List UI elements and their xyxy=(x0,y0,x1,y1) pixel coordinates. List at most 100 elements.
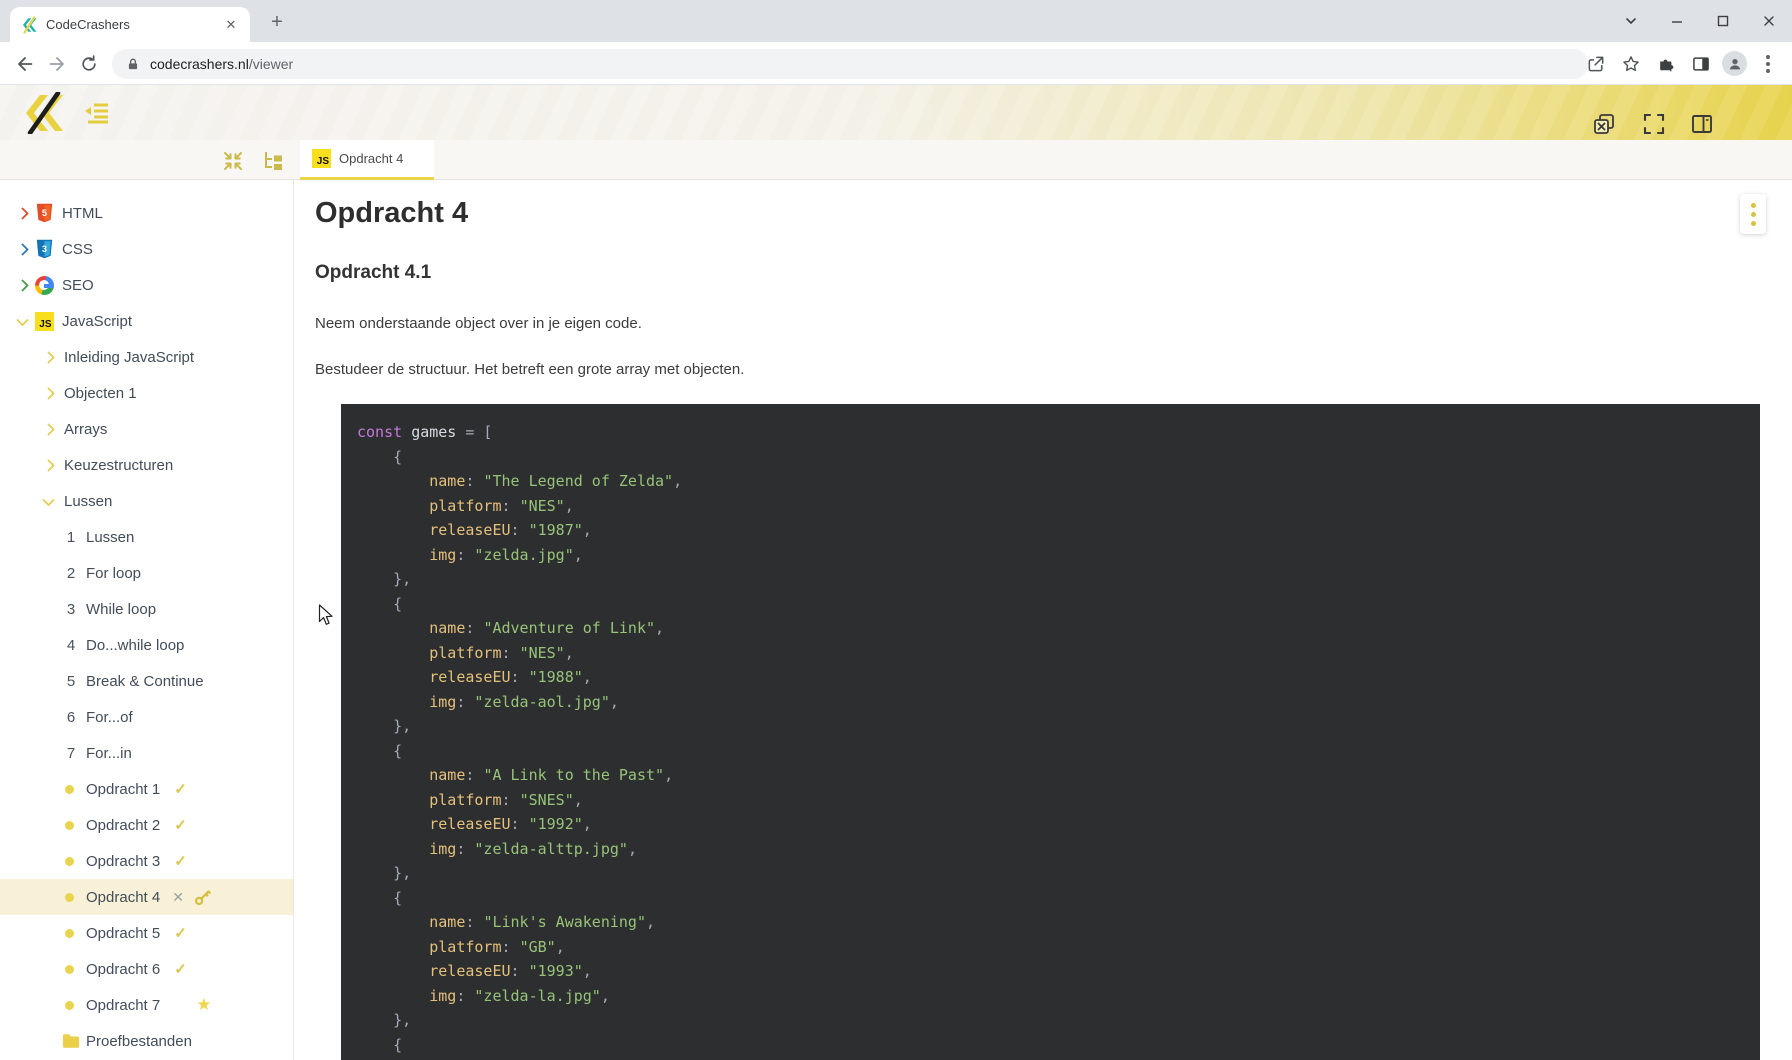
sidebar-item-opdracht-1[interactable]: Opdracht 1✓ xyxy=(0,771,293,807)
sidebar-item-label: While loop xyxy=(86,601,156,618)
window-maximize-button[interactable] xyxy=(1700,0,1746,42)
profile-icon[interactable] xyxy=(1722,51,1747,76)
browser-menu-kebab-icon[interactable] xyxy=(1754,50,1782,78)
code-line: releaseEU: "1987", xyxy=(357,518,1744,543)
code-line: platform: "SNES", xyxy=(357,788,1744,813)
code-line: name: "The Legend of Zelda", xyxy=(357,469,1744,494)
sidebar-item-opdracht-4[interactable]: Opdracht 4✕ xyxy=(0,879,293,915)
url-path: /viewer xyxy=(249,56,293,72)
sidebar-item-for-of[interactable]: 6For...of xyxy=(0,699,293,735)
bullet-icon xyxy=(65,1001,74,1010)
window-minimize-button[interactable] xyxy=(1654,0,1700,42)
window-close-button[interactable] xyxy=(1746,0,1792,42)
codecrashers-logo[interactable] xyxy=(18,92,74,134)
back-icon[interactable] xyxy=(12,51,38,77)
sidebar-item-label: Proefbestanden xyxy=(86,1033,192,1050)
sidebar-item-label: Lussen xyxy=(86,529,134,546)
lesson-number: 4 xyxy=(64,637,78,654)
sidebar-item-proefbestanden[interactable]: Proefbestanden xyxy=(0,1023,293,1059)
code-line: img: "zelda-alttp.jpg", xyxy=(357,837,1744,862)
chevron-down-icon[interactable] xyxy=(12,311,32,331)
forward-icon[interactable] xyxy=(44,51,70,77)
sidebar-item-opdracht-2[interactable]: Opdracht 2✓ xyxy=(0,807,293,843)
reload-icon[interactable] xyxy=(76,51,102,77)
sidebar-item-label: For loop xyxy=(86,565,141,582)
tree-structure-icon[interactable] xyxy=(262,150,284,172)
sidebar-item-break-continue[interactable]: 5Break & Continue xyxy=(0,663,293,699)
sidebar-item-keuzestructuren[interactable]: Keuzestructuren xyxy=(0,447,293,483)
tab-search-chevron-icon[interactable] xyxy=(1608,0,1654,42)
fullscreen-icon[interactable] xyxy=(1642,112,1666,136)
url-bar[interactable]: codecrashers.nl/viewer xyxy=(112,49,1588,79)
url-host: codecrashers.nl xyxy=(150,56,249,72)
lesson-paragraph: Neem onderstaande object over in je eige… xyxy=(315,314,1792,334)
code-line: }, xyxy=(357,714,1744,739)
code-line: img: "zelda.jpg", xyxy=(357,543,1744,568)
new-tab-button[interactable]: + xyxy=(264,9,290,35)
key-icon[interactable] xyxy=(194,889,211,906)
collapse-menu-icon[interactable] xyxy=(84,101,112,125)
sidebar-item-label: Opdracht 6 xyxy=(86,961,160,978)
lesson-menu-kebab-icon[interactable] xyxy=(1740,194,1766,234)
sidebar-item-arrays[interactable]: Arrays xyxy=(0,411,293,447)
sidebar-tree: 5HTML 3 CSS SEOJSJavaScriptInleiding JavaSc… xyxy=(0,195,293,1059)
sidebar-item-for-loop[interactable]: 2For loop xyxy=(0,555,293,591)
chevron-right-icon[interactable] xyxy=(38,419,58,439)
page-title: Opdracht 4 xyxy=(315,196,1792,230)
browser-tab[interactable]: CodeCrashers ✕ xyxy=(10,7,250,42)
check-icon: ✓ xyxy=(174,924,187,942)
app-header xyxy=(0,85,1792,140)
sidebar-item-html[interactable]: 5HTML xyxy=(0,195,293,231)
close-panels-icon[interactable] xyxy=(1592,112,1616,136)
js-file-icon: JS xyxy=(312,149,331,168)
sidebar-item-javascript[interactable]: JSJavaScript xyxy=(0,303,293,339)
sidebar-item-while-loop[interactable]: 3While loop xyxy=(0,591,293,627)
code-line: releaseEU: "1992", xyxy=(357,812,1744,837)
chevron-right-icon[interactable] xyxy=(38,347,58,367)
side-panel-icon[interactable] xyxy=(1687,50,1715,78)
code-line: img: "zelda-la.jpg", xyxy=(357,984,1744,1009)
svg-text:3: 3 xyxy=(41,244,46,254)
sidebar-item-opdracht-7[interactable]: Opdracht 7★ xyxy=(0,987,293,1023)
sidebar-item-opdracht-3[interactable]: Opdracht 3✓ xyxy=(0,843,293,879)
sidebar-item-do-while-loop[interactable]: 4 Do...while loop xyxy=(0,627,293,663)
sidebar-item-inleiding-javascript[interactable]: Inleiding JavaScript xyxy=(0,339,293,375)
sidebar-item-lussen[interactable]: 1 Lussen xyxy=(0,519,293,555)
sidebar-item-opdracht-5[interactable]: Opdracht 5✓ xyxy=(0,915,293,951)
sidebar-item-for-in[interactable]: 7For...in xyxy=(0,735,293,771)
sidebar-item-label: For...of xyxy=(86,709,133,726)
check-icon: ✓ xyxy=(174,960,187,978)
sidebar-item-objecten-1[interactable]: Objecten 1 xyxy=(0,375,293,411)
html5-icon: 5 xyxy=(34,203,54,223)
tab-close-icon[interactable]: ✕ xyxy=(222,16,240,34)
url-text: codecrashers.nl/viewer xyxy=(150,56,293,72)
chevron-right-icon[interactable] xyxy=(38,383,58,403)
star-icon: ★ xyxy=(196,995,211,1015)
sidebar-item-label: Objecten 1 xyxy=(64,385,137,402)
sidebar-item-lussen[interactable]: Lussen xyxy=(0,483,293,519)
sidebar-item-css[interactable]: 3 CSS xyxy=(0,231,293,267)
chevron-right-icon[interactable] xyxy=(12,239,32,259)
chevron-right-icon[interactable] xyxy=(38,455,58,475)
sidebar-item-seo[interactable]: SEO xyxy=(0,267,293,303)
extensions-puzzle-icon[interactable] xyxy=(1652,50,1680,78)
code-line: name: "Link's Awakening", xyxy=(357,910,1744,935)
chevron-down-icon[interactable] xyxy=(38,491,58,511)
compress-arrows-icon[interactable] xyxy=(222,150,244,172)
browser-titlebar: CodeCrashers ✕ + xyxy=(0,0,1792,42)
sidebar-item-label: CSS xyxy=(62,241,93,258)
sidebar-item-label: Do...while loop xyxy=(86,637,184,654)
check-icon: ✓ xyxy=(174,780,187,798)
sidebar-item-opdracht-6[interactable]: Opdracht 6 ✓ xyxy=(0,951,293,987)
share-icon[interactable] xyxy=(1582,50,1610,78)
bookmark-star-icon[interactable] xyxy=(1617,50,1645,78)
tab-opdracht-4[interactable]: JS Opdracht 4 xyxy=(300,140,434,180)
close-icon[interactable]: ✕ xyxy=(172,889,184,906)
chevron-right-icon[interactable] xyxy=(12,203,32,223)
chevron-right-icon[interactable] xyxy=(12,275,32,295)
layout-columns-icon[interactable] xyxy=(1690,112,1714,136)
lesson-number: 1 xyxy=(64,529,78,546)
svg-text:5: 5 xyxy=(41,208,46,218)
check-icon: ✓ xyxy=(174,852,187,870)
code-block[interactable]: const games = [ { name: "The Legend of Z… xyxy=(341,404,1760,1060)
